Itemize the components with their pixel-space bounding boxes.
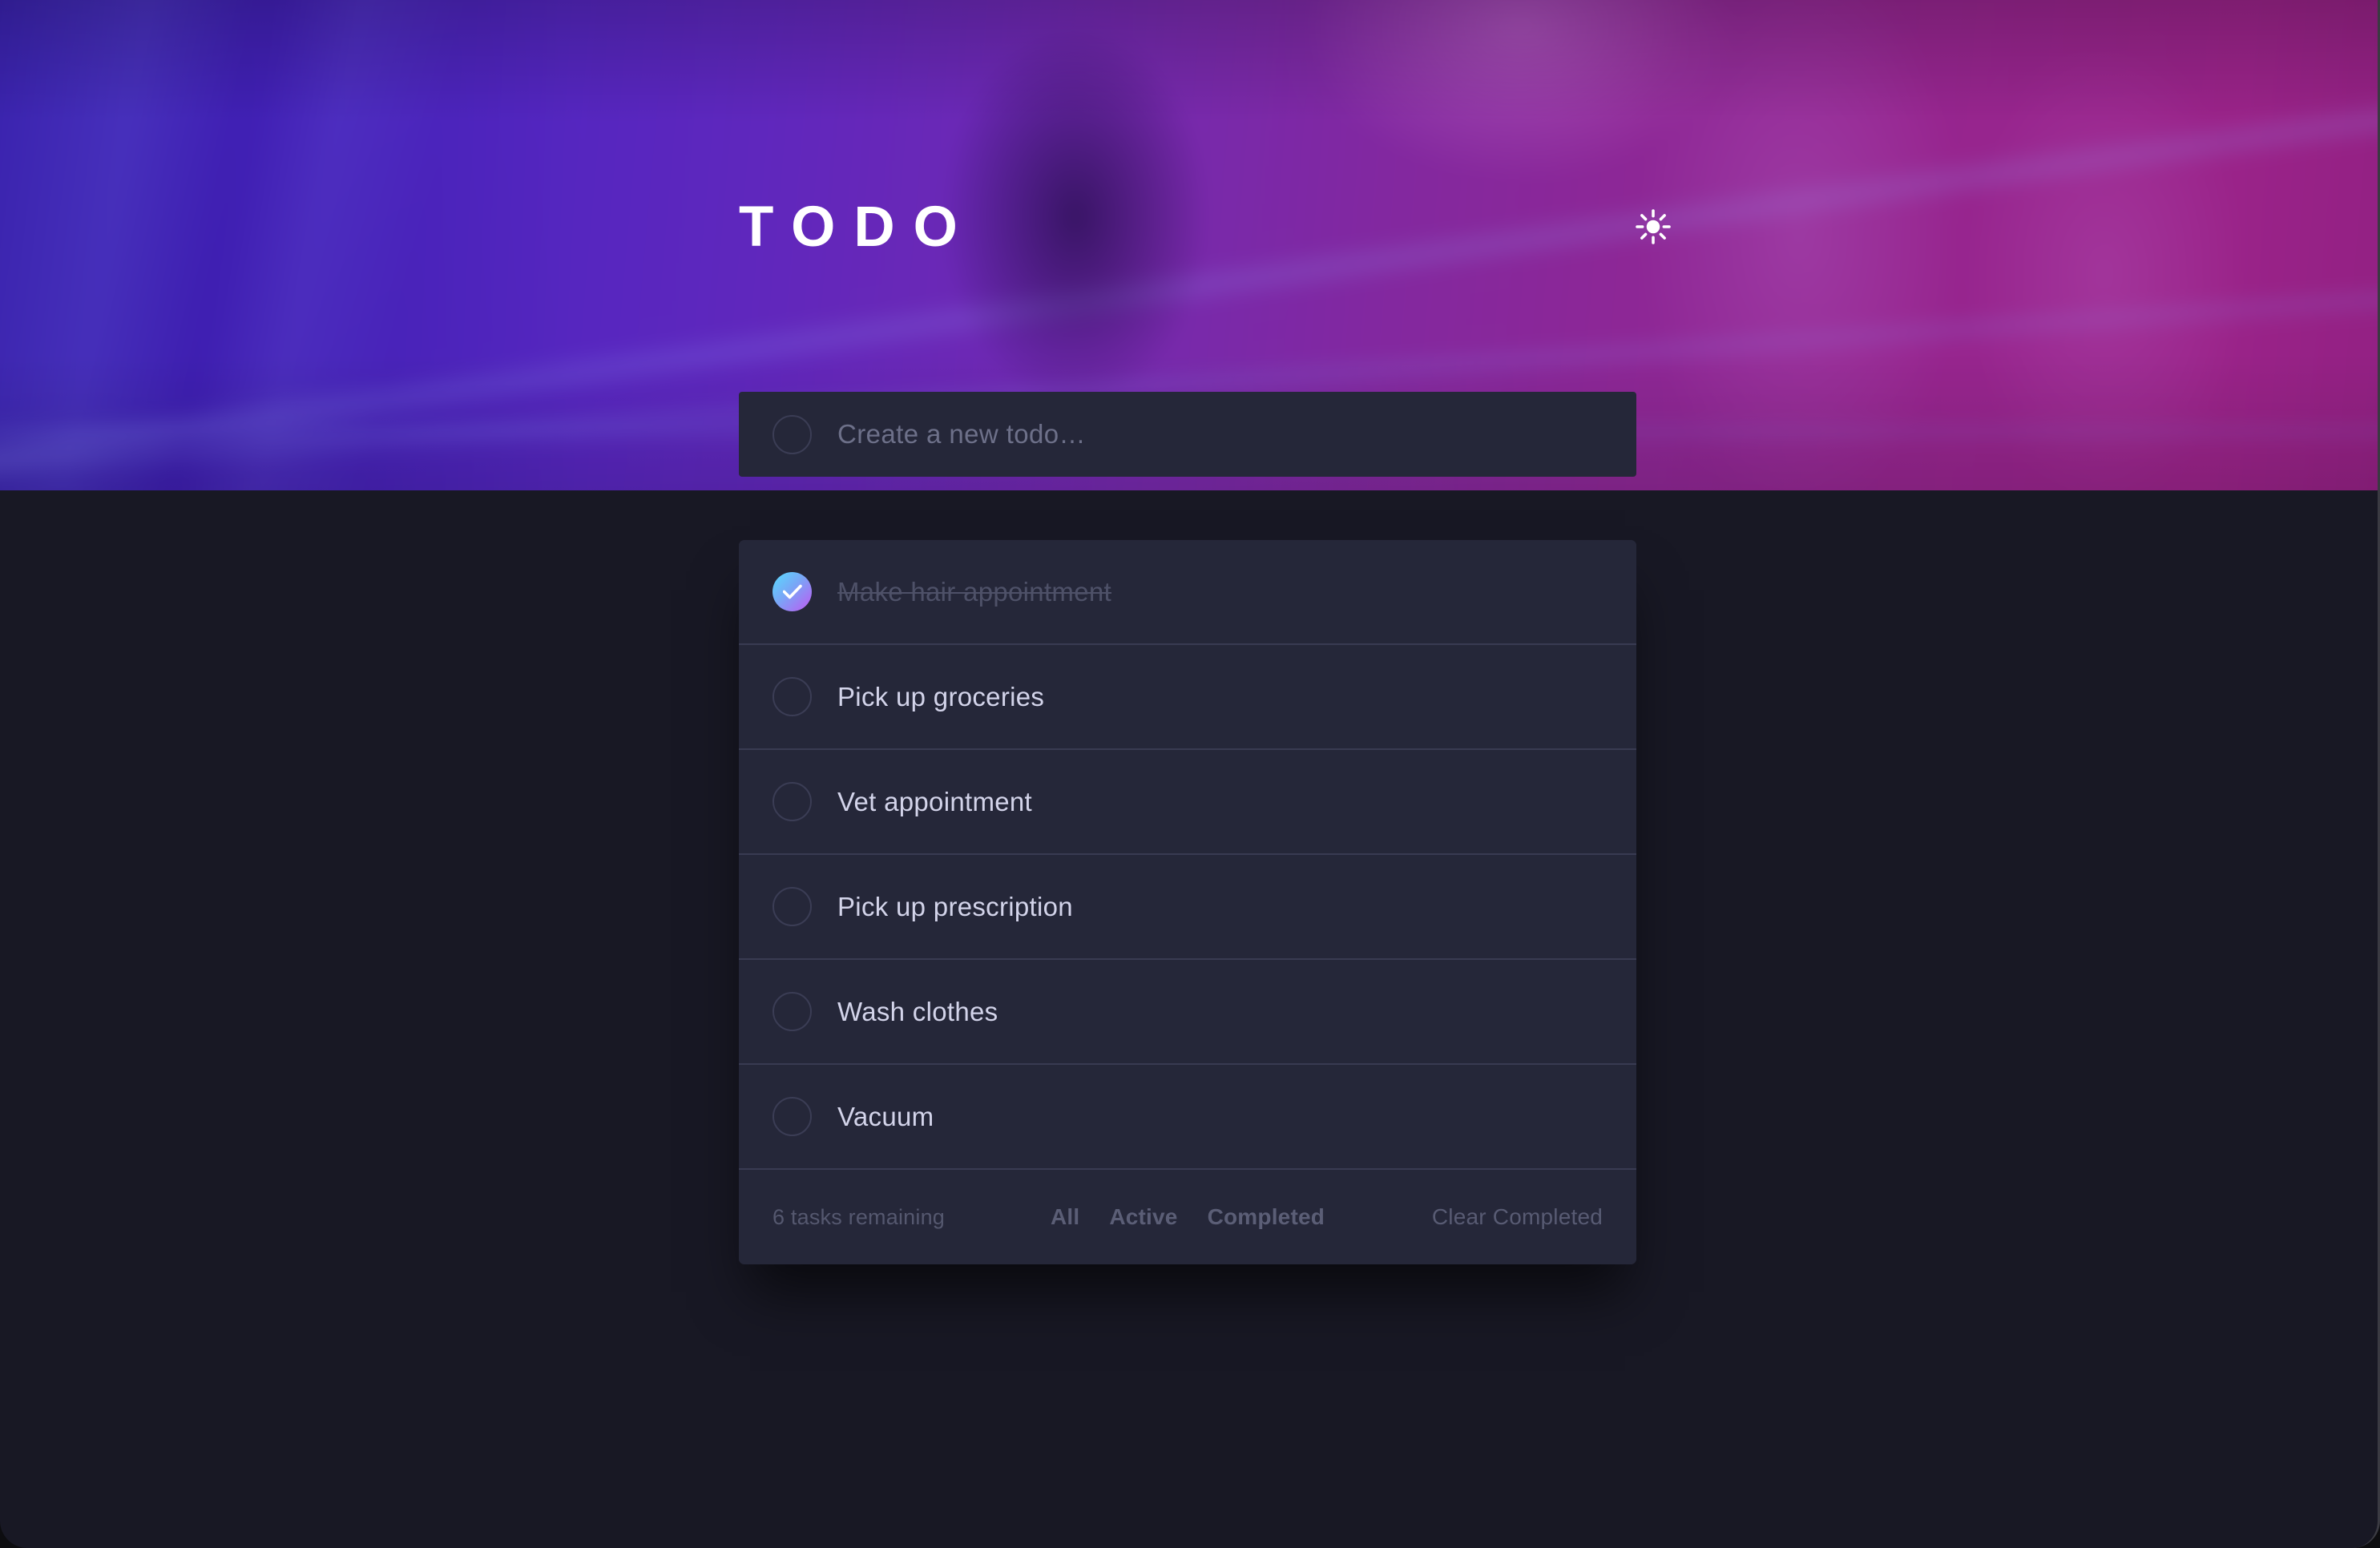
- todo-checkbox[interactable]: [772, 992, 812, 1031]
- sun-icon: [1636, 209, 1671, 244]
- todo-checkbox[interactable]: [772, 677, 812, 716]
- filter-all-button[interactable]: All: [1051, 1204, 1079, 1230]
- theme-toggle-button[interactable]: [1628, 202, 1678, 252]
- filter-active-button[interactable]: Active: [1109, 1204, 1177, 1230]
- todo-list-item[interactable]: Vacuum: [739, 1065, 1636, 1170]
- todo-list-item[interactable]: Make hair appointment: [739, 540, 1636, 645]
- todo-label: Make hair appointment: [837, 576, 1111, 607]
- tasks-remaining-count: 6 tasks remaining: [772, 1204, 945, 1229]
- check-icon: [782, 584, 802, 599]
- todo-label: Vacuum: [837, 1101, 934, 1131]
- header-bar: TODO: [739, 183, 1684, 271]
- todo-list-footer: 6 tasks remaining All Active Completed C…: [739, 1170, 1636, 1264]
- create-todo-card: [739, 392, 1636, 477]
- page-title: TODO: [739, 195, 976, 259]
- filter-completed-button[interactable]: Completed: [1208, 1204, 1325, 1230]
- todo-checkbox[interactable]: [772, 887, 812, 926]
- todo-list-item[interactable]: Wash clothes: [739, 960, 1636, 1065]
- todo-label: Pick up groceries: [837, 681, 1045, 712]
- app-viewport: TODO Create a new todo… Make hair appoin…: [0, 0, 2380, 1548]
- todo-list-item[interactable]: Pick up prescription: [739, 855, 1636, 960]
- todo-checkbox[interactable]: [772, 572, 812, 611]
- clear-completed-button[interactable]: Clear Completed: [1432, 1204, 1603, 1230]
- todo-list-item[interactable]: Vet appointment: [739, 750, 1636, 855]
- new-todo-input[interactable]: [812, 410, 1636, 458]
- todo-checkbox[interactable]: [772, 782, 812, 821]
- todo-label: Pick up prescription: [837, 891, 1073, 921]
- todo-label: Vet appointment: [837, 786, 1033, 816]
- todo-label: Wash clothes: [837, 996, 998, 1026]
- create-todo-checkbox[interactable]: [772, 414, 812, 454]
- todo-checkbox[interactable]: [772, 1097, 812, 1136]
- todo-list-item[interactable]: Pick up groceries: [739, 645, 1636, 750]
- todo-list-card: Make hair appointment Pick up groceries …: [739, 540, 1636, 1264]
